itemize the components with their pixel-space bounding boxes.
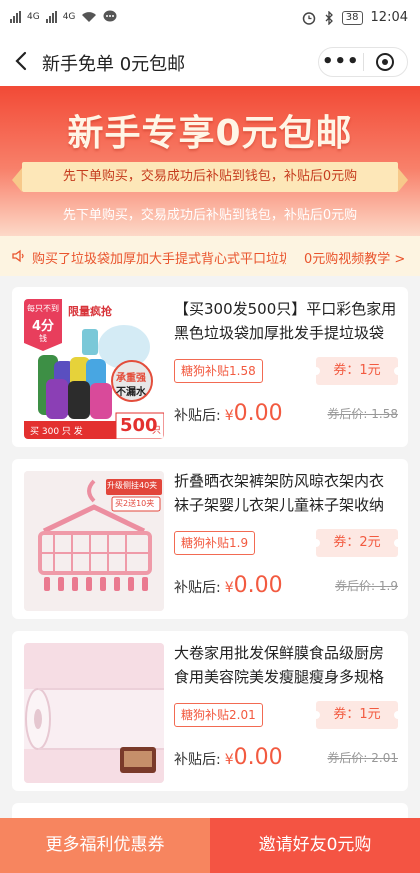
price-value: 0.00 [233, 745, 283, 770]
clothes-hanger-product-photo [24, 471, 164, 611]
after-subsidy-label: 补贴后: [174, 408, 221, 424]
video-tutorial-link[interactable]: 0元购视频教学 > [304, 248, 405, 267]
price-value: 0.00 [233, 401, 283, 426]
banner-subtext: 先下单购买，交易成功后补贴到钱包，补贴后0元购 [62, 208, 358, 223]
banner-ribbon: 先下单购买，交易成功后补贴到钱包，补贴后0元购 [12, 162, 408, 192]
image-seal-line2: 不漏水 [116, 387, 146, 398]
bluetooth-icon [325, 10, 333, 25]
subsidy-tag: 糖狗补贴1.58 [174, 359, 263, 383]
product-card[interactable]: 升级侧挂40夹 买2送10夹 折叠晒衣架裤架防风晾衣架内衣袜子架婴儿衣架儿童袜子… [12, 459, 408, 619]
original-price: 券后价: 1.58 [327, 407, 398, 421]
more-button[interactable]: ••• [319, 50, 363, 74]
image-badge-primary: 升级侧挂40夹 [107, 481, 158, 490]
wifi-icon [82, 11, 97, 22]
after-subsidy-price: 补贴后: ¥0.00 [174, 573, 283, 598]
image-badge-mid: 4分 [31, 319, 55, 334]
bottom-action-bar: 更多福利优惠券 邀请好友0元购 [0, 818, 420, 873]
close-miniprogram-button[interactable] [363, 52, 407, 72]
clock-time: 12:04 [370, 10, 408, 25]
network-label-1: 4G [27, 11, 40, 22]
coupon-button[interactable]: 券：2元 [312, 529, 402, 557]
after-subsidy-price: 补贴后: ¥0.00 [174, 401, 283, 426]
navigation-bar: 新手免单 0元包邮 ••• [0, 36, 420, 86]
subsidy-tag: 糖狗补贴1.9 [174, 531, 256, 555]
more-coupons-button[interactable]: 更多福利优惠券 [0, 818, 210, 873]
page-title: 新手免单 0元包邮 [42, 54, 186, 75]
back-arrow-icon[interactable] [12, 50, 32, 72]
after-subsidy-price: 补贴后: ¥0.00 [174, 745, 283, 770]
currency-symbol: ¥ [224, 408, 234, 424]
signal-icon-2 [45, 10, 57, 23]
alarm-icon [302, 11, 316, 25]
image-unit: 只 [152, 426, 162, 436]
currency-symbol: ¥ [224, 580, 234, 596]
speaker-icon [12, 249, 24, 263]
image-strip-text: 买 300 只 发 [30, 427, 83, 437]
product-title[interactable]: 【买300发500只】平口彩色家用黑色垃圾袋加厚批发手提垃圾袋 [174, 297, 398, 345]
mini-program-capsule: ••• [318, 47, 408, 77]
image-seal-line1: 承重强 [116, 373, 146, 384]
coupon-button[interactable]: 券：1元 [312, 357, 402, 385]
network-label-2: 4G [62, 11, 76, 22]
after-subsidy-label: 补贴后: [174, 580, 221, 596]
signal-icon [10, 10, 21, 23]
hero-banner: 新手专享0元包邮 先下单购买，交易成功后补贴到钱包，补贴后0元购 先下单购买，交… [0, 86, 420, 236]
currency-symbol: ¥ [224, 752, 234, 768]
product-card[interactable]: 每只不到 4分 钱 限量疯抢 承重强 不漏水 买 300 只 发 500 只 【… [12, 287, 408, 447]
image-badge-secondary: 买2送10夹 [115, 499, 155, 508]
product-title[interactable]: 大卷家用批发保鲜膜食品级厨房食用美容院美发瘦腿瘦身多规格 [174, 641, 398, 689]
invite-friends-button[interactable]: 邀请好友0元购 [210, 818, 420, 873]
banner-headline: 新手专享0元包邮 [67, 113, 353, 154]
product-image[interactable]: 升级侧挂40夹 买2送10夹 [24, 471, 164, 611]
message-icon [103, 10, 117, 22]
original-price: 券后价: 2.01 [327, 751, 398, 765]
after-subsidy-label: 补贴后: [174, 752, 221, 768]
product-card[interactable]: 大卷家用批发保鲜膜食品级厨房食用美容院美发瘦腿瘦身多规格 糖狗补贴2.01 券：… [12, 631, 408, 791]
cling-film-product-photo [24, 643, 164, 783]
battery-icon: 38 [341, 10, 363, 25]
image-promo-text: 限量疯抢 [68, 305, 112, 318]
coupon-button[interactable]: 券：1元 [312, 701, 402, 729]
image-badge-bot: 钱 [39, 334, 47, 343]
close-circle-icon [376, 53, 395, 71]
subsidy-tag: 糖狗补贴2.01 [174, 703, 263, 727]
notice-message: 购买了垃圾袋加厚加大手提式背心式平口垃圾袋 [32, 252, 286, 267]
image-badge-top: 每只不到 [27, 304, 59, 313]
product-title[interactable]: 折叠晒衣架裤架防风晾衣架内衣袜子架婴儿衣架儿童袜子架收纳神器 [174, 469, 398, 517]
status-bar: 4G 4G 38 12:04 [0, 0, 420, 36]
notice-bar: 购买了垃圾袋加厚加大手提式背心式平口垃圾袋 0元购视频教学 > [0, 236, 420, 276]
product-image[interactable] [24, 643, 164, 783]
price-value: 0.00 [233, 573, 283, 598]
original-price: 券后价: 1.9 [335, 579, 398, 593]
product-image[interactable]: 每只不到 4分 钱 限量疯抢 承重强 不漏水 买 300 只 发 500 只 [24, 299, 164, 439]
